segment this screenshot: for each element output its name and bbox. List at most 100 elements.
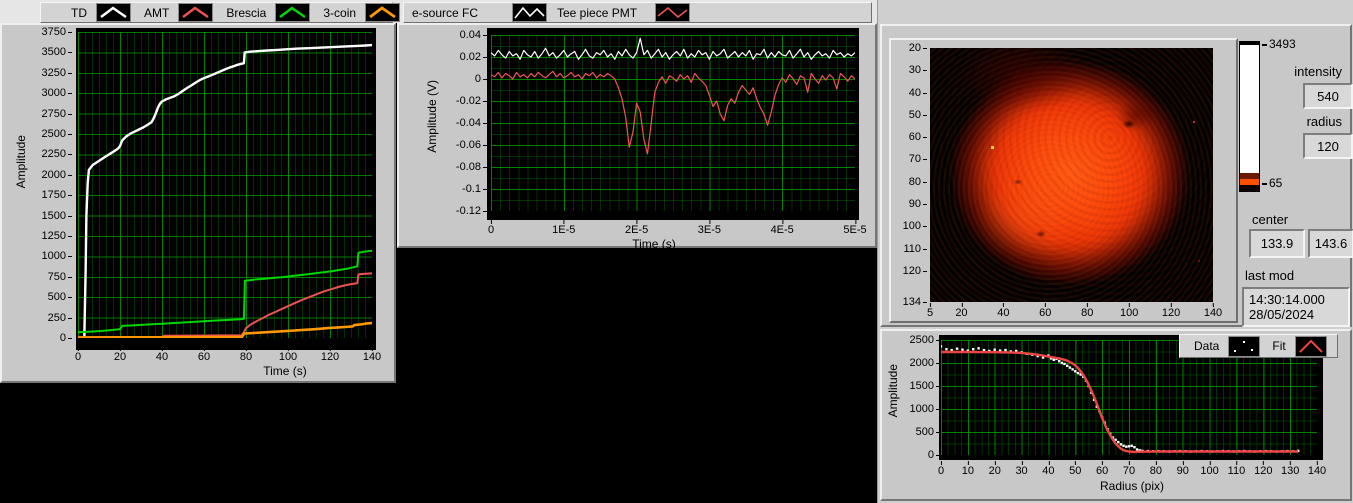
panel-pmt-traces: 0.04 0.02 0 -0.02 -0.04 -0.06 -0.08 -0.1 -0.12 A… [397,23,877,251]
legend-pmt-traces: e-source FC Tee piece PMT [403,2,872,23]
accumulation-plot[interactable] [78,32,372,338]
tick-label: 110 [1227,461,1246,477]
tick-label: 70 [908,153,928,166]
tick-label: 140 [362,347,382,363]
tick-label: 750 [47,270,73,283]
y-axis-ticks: 0 250 500 750 1000 1250 1500 1750 2000 2250 2500 27… [30,26,73,344]
tick-label: 80 [908,175,928,188]
legend-item-td[interactable]: TD [71,3,131,22]
x-axis-ticks: 0 1E-5 2E-5 3E-5 4E-5 5E-5 [487,220,867,236]
tick-label: 5E-5 [843,220,867,236]
pmt-traces-plot[interactable] [491,35,855,211]
tick-label: 0.04 [459,29,488,41]
tick-label: 70 [1122,461,1136,477]
tick-label: 0.02 [459,51,488,63]
td-series-swatch-icon[interactable] [96,3,131,22]
radius-input[interactable]: 120 [1303,133,1353,159]
legend-item-fit[interactable]: Fit [1272,335,1327,357]
tick-label: 140 [1307,461,1327,477]
tick-label: -0.04 [455,117,488,129]
panel-accumulation-chart: 0 250 500 750 1000 1250 1500 1750 2000 2250 2500 27… [0,23,396,383]
tick-label: 3E-5 [697,220,722,236]
legend-item-amt[interactable]: AMT [144,3,214,22]
legend-item-esource-fc[interactable]: e-source FC [412,3,547,22]
legend-item-brescia[interactable]: Brescia [226,3,311,22]
x-axis-label: Time (s) [632,237,676,251]
tick-label: 30 [908,64,928,77]
3coin-series-swatch-icon[interactable] [365,3,401,22]
tick-label: 100 [902,220,928,233]
tick-label: 80 [239,347,253,363]
y-axis-label: Amplitude (V) [425,80,439,153]
tick-label: -0.06 [455,139,488,151]
last-mod-date: 28/05/2024 [1249,307,1315,322]
center-y-value: 143.6 [1314,236,1348,251]
tick-label: 40 [908,86,928,99]
tick-label: 20 [988,461,1001,477]
esource-fc-series-swatch-icon[interactable] [512,3,547,22]
center-x-indicator: 133.9 [1249,229,1305,258]
x-axis-ticks: 0 20 40 60 80 100 120 140 [75,347,381,363]
radius-label: radius [1306,114,1342,129]
tick-label: 2000 [909,357,941,369]
tick-label: 60 [908,131,928,144]
data-series-swatch-icon[interactable] [1228,335,1261,357]
tick-label: 2000 [41,168,73,181]
beam-image[interactable] [930,48,1213,302]
legend-label: Fit [1272,339,1286,353]
panel-beam-image: 20 30 40 50 60 70 80 90 100 110 120 134 5 20 40 60 80 10… [880,24,1353,327]
intensity-label: intensity [1294,64,1342,79]
tick-label: 2750 [41,107,73,120]
tee-piece-pmt-series-swatch-icon[interactable] [655,3,691,22]
tick-label: 100 [1200,461,1219,477]
amt-series-swatch-icon[interactable] [178,3,214,22]
last-mod-time: 14:30:14.000 [1249,292,1325,307]
tick-label: 80 [1149,461,1162,477]
last-mod-indicator: 14:30:14.000 28/05/2024 [1242,287,1350,327]
tick-label: 120 [902,264,928,277]
tick-label: 2250 [41,148,73,161]
legend-item-data[interactable]: Data [1194,335,1261,357]
tick-label: 0 [937,461,945,477]
fit-series-swatch-icon[interactable] [1294,335,1327,357]
image-x-ticks: 5 20 40 60 80 100 120 140 [927,303,1222,319]
tick-label: 2500 [909,334,941,346]
tick-label: 100 [278,347,298,363]
tick-label: 40 [1042,461,1055,477]
tick-label: 100 [1119,303,1139,319]
tick-label: 20 [955,303,968,319]
image-y-ticks: 20 30 40 50 60 70 80 90 100 110 120 134 [893,42,928,308]
tick-label: 140 [1203,303,1223,319]
hot-pixel [991,146,994,149]
brescia-series-swatch-icon[interactable] [275,3,311,22]
tick-label: 4E-5 [770,220,794,236]
tick-label: 2E-5 [624,220,649,236]
tick-label: 20 [908,42,928,54]
tick-label: 30 [1015,461,1028,477]
red-speck [1193,121,1195,123]
legend-item-tee-piece-pmt[interactable]: Tee piece PMT [557,3,691,22]
tick-label: 1E-5 [552,220,576,236]
tick-label: 20 [113,347,127,363]
radius-value: 120 [1317,138,1339,154]
legend-item-3coin[interactable]: 3-coin [323,3,401,22]
tick-label: 0 [59,332,73,344]
tick-label: 1500 [41,209,73,222]
legend-accumulation: TD AMT Brescia 3-coin [40,2,401,23]
tick-label: 60 [1039,303,1052,319]
tick-label: 134 [902,296,928,308]
tick-label: 130 [1280,461,1300,477]
center-x-value: 133.9 [1260,236,1294,251]
tick-label: 0 [487,220,495,236]
intensity-input[interactable]: 540 [1303,83,1353,109]
faint-speck [1198,260,1200,262]
tick-label: 0 [927,449,941,461]
tick-label: 3500 [41,46,73,59]
tick-label: 110 [903,242,927,255]
tick-label: 0 [474,73,488,85]
last-mod-label: last mod [1245,268,1295,283]
tick-label: 80 [1081,303,1094,319]
tick-label: 40 [155,347,169,363]
x-axis-ticks: 0 10 20 30 40 50 60 70 80 90 100 110 120 130 140 [937,461,1326,477]
legend-label: Data [1194,339,1220,353]
